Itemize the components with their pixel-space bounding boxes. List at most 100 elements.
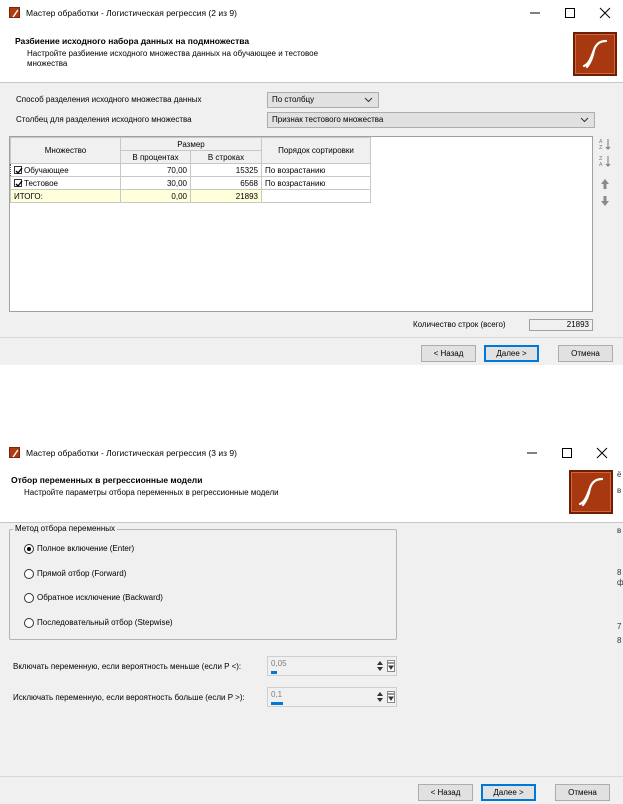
- cancel-button[interactable]: Отмена: [555, 784, 610, 801]
- deductor-logo-icon: [569, 470, 613, 514]
- minimize-button[interactable]: [515, 440, 549, 465]
- title-bar: Мастер обработки - Логистическая регресс…: [0, 0, 623, 25]
- radio-stepwise-label[interactable]: Последовательный отбор (Stepwise): [37, 618, 173, 627]
- total-rows: 21893: [190, 189, 262, 203]
- split-table: Множество Размер Порядок сортировки В пр…: [10, 137, 371, 203]
- slider-dropdown-button[interactable]: [387, 691, 395, 703]
- slider-dropdown-button[interactable]: [387, 660, 395, 672]
- total-sort: [261, 189, 371, 203]
- split-method-value: По столбцу: [272, 95, 315, 104]
- row-set-cell[interactable]: Тестовое: [10, 176, 121, 190]
- row-percent[interactable]: 30,00: [120, 176, 191, 190]
- row-percent[interactable]: 70,00: [120, 163, 191, 177]
- sort-ascending-icon[interactable]: AZ: [599, 138, 611, 150]
- radio-enter[interactable]: [24, 544, 34, 554]
- row-checkbox[interactable]: [14, 165, 23, 174]
- svg-text:A: A: [599, 162, 603, 167]
- row-count-value: 21893: [529, 319, 593, 331]
- maximize-button[interactable]: [550, 440, 584, 465]
- row-rows[interactable]: 15325: [190, 163, 262, 177]
- split-column-value: Признак тестового множества: [272, 115, 384, 124]
- row-rows[interactable]: 6568: [190, 176, 262, 190]
- col-header-set: Множество: [10, 137, 121, 164]
- total-percent: 0,00: [120, 189, 191, 203]
- window-title: Мастер обработки - Логистическая регресс…: [26, 448, 237, 458]
- exclude-threshold-label: Исключать переменную, если вероятность б…: [13, 693, 245, 702]
- header-title: Разбиение исходного набора данных на под…: [15, 36, 250, 46]
- include-threshold-spin[interactable]: 0,05: [267, 656, 397, 676]
- include-threshold-bar: [271, 671, 277, 674]
- radio-backward[interactable]: [24, 593, 34, 603]
- exclude-threshold-value: 0,1: [271, 690, 283, 699]
- background-window-text: 7: [617, 622, 622, 631]
- background-window-text: 8: [617, 636, 622, 645]
- include-threshold-label: Включать переменную, если вероятность ме…: [13, 662, 242, 671]
- radio-stepwise[interactable]: [24, 618, 34, 628]
- deductor-logo-icon: [573, 32, 617, 76]
- col-header-rows: В строках: [190, 150, 262, 164]
- svg-text:Z: Z: [599, 145, 603, 150]
- radio-enter-label[interactable]: Полное включение (Enter): [37, 544, 134, 553]
- spin-updown-icon[interactable]: [376, 660, 384, 672]
- wizard-header: Разбиение исходного набора данных на под…: [0, 25, 623, 83]
- move-up-icon[interactable]: [599, 178, 611, 190]
- split-column-select[interactable]: Признак тестового множества: [267, 112, 595, 128]
- window-title: Мастер обработки - Логистическая регресс…: [26, 8, 237, 18]
- close-button[interactable]: [588, 0, 622, 25]
- app-icon: [9, 447, 20, 458]
- wizard-header: Отбор переменных в регрессионные модели …: [0, 465, 623, 523]
- next-button[interactable]: Далее >: [484, 345, 539, 362]
- group-title: Метод отбора переменных: [13, 524, 117, 533]
- back-button[interactable]: < Назад: [418, 784, 473, 801]
- col-header-percent: В процентах: [120, 150, 191, 164]
- split-grid[interactable]: Множество Размер Порядок сортировки В пр…: [9, 136, 593, 312]
- row-checkbox[interactable]: [14, 178, 23, 187]
- app-icon: [9, 7, 20, 18]
- exclude-threshold-spin[interactable]: 0,1: [267, 687, 397, 707]
- back-button[interactable]: < Назад: [421, 345, 476, 362]
- table-row[interactable]: Тестовое 30,00 6568 По возрастанию: [10, 176, 371, 190]
- cancel-button[interactable]: Отмена: [558, 345, 613, 362]
- background-window-text: в: [617, 526, 622, 535]
- split-method-label: Способ разделения исходного множества да…: [16, 95, 202, 104]
- include-threshold-value: 0,05: [271, 659, 287, 668]
- move-down-icon[interactable]: [599, 195, 611, 207]
- chevron-down-icon: [580, 117, 589, 123]
- sort-descending-icon[interactable]: ZA: [599, 155, 611, 167]
- col-header-sort: Порядок сортировки: [261, 137, 371, 164]
- background-window-text: ё: [617, 470, 622, 479]
- header-subtitle: Настройте разбиение исходного множества …: [27, 49, 319, 68]
- row-sort[interactable]: По возрастанию: [261, 176, 371, 190]
- radio-forward-label[interactable]: Прямой отбор (Forward): [37, 569, 126, 578]
- title-bar: Мастер обработки - Логистическая регресс…: [0, 440, 623, 465]
- header-title: Отбор переменных в регрессионные модели: [11, 475, 203, 485]
- header-subtitle: Настройте параметры отбора переменных в …: [24, 488, 279, 497]
- maximize-button[interactable]: [553, 0, 587, 25]
- slider-icon: [388, 662, 394, 670]
- row-count-label: Количество строк (всего): [413, 320, 506, 329]
- radio-forward[interactable]: [24, 569, 34, 579]
- table-row[interactable]: Обучающее 70,00 15325 По возрастанию: [10, 163, 371, 177]
- wizard-window-step-2: Мастер обработки - Логистическая регресс…: [0, 0, 623, 365]
- slider-icon: [388, 693, 394, 701]
- wizard-window-step-3: Мастер обработки - Логистическая регресс…: [0, 440, 623, 804]
- radio-backward-label[interactable]: Обратное исключение (Backward): [37, 593, 163, 602]
- divider: [0, 776, 623, 777]
- divider: [0, 337, 623, 338]
- row-sort[interactable]: По возрастанию: [261, 163, 371, 177]
- background-window-text: 8: [617, 568, 622, 577]
- next-button[interactable]: Далее >: [481, 784, 536, 801]
- background-window-text: в: [617, 486, 622, 495]
- chevron-down-icon: [364, 97, 373, 103]
- split-column-label: Столбец для разделения исходного множест…: [16, 115, 192, 124]
- exclude-threshold-bar: [271, 702, 283, 705]
- row-set-name: Тестовое: [24, 178, 58, 188]
- spin-updown-icon[interactable]: [376, 691, 384, 703]
- row-set-cell[interactable]: Обучающее: [10, 163, 121, 177]
- split-method-select[interactable]: По столбцу: [267, 92, 379, 108]
- row-set-name: Обучающее: [24, 165, 69, 175]
- minimize-button[interactable]: [518, 0, 552, 25]
- background-window-text: ф: [617, 578, 623, 587]
- col-header-size: Размер: [120, 137, 262, 151]
- close-button[interactable]: [585, 440, 619, 465]
